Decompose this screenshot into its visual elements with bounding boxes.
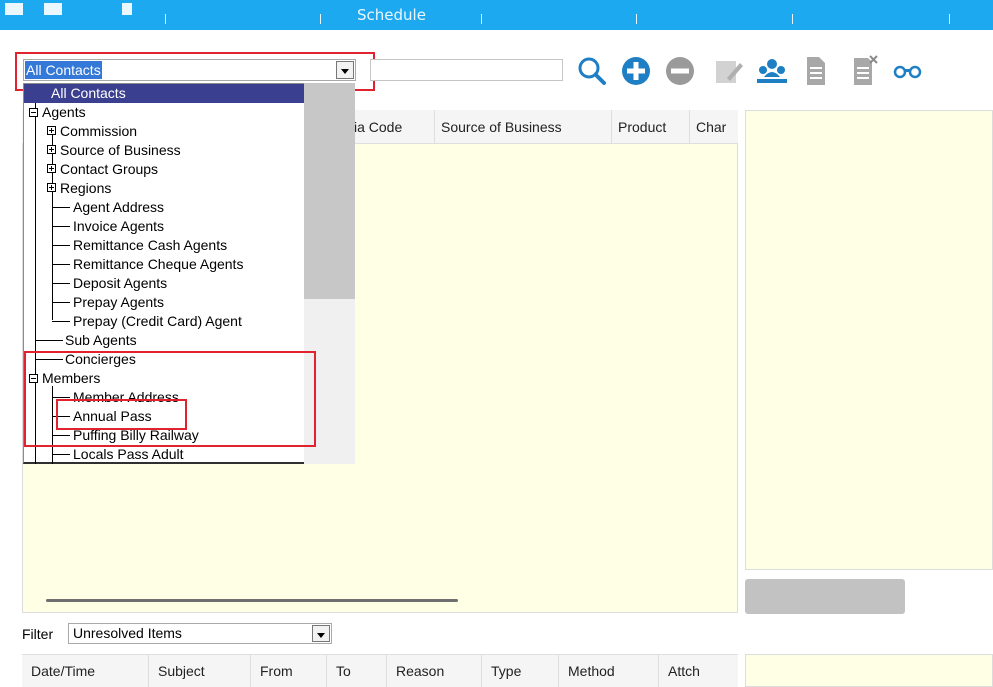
- items-grid-header: Date/Time Subject From To Reason Type Me…: [22, 654, 738, 687]
- expand-icon[interactable]: [47, 126, 56, 135]
- tree-item-all-contacts[interactable]: All Contacts: [24, 84, 304, 103]
- contacts-icon[interactable]: [755, 55, 789, 87]
- tab-separator: [949, 14, 950, 24]
- tree-item-remittance-cash-agents[interactable]: Remittance Cash Agents: [73, 236, 227, 255]
- binoculars-icon[interactable]: [892, 55, 924, 87]
- tab-separator: [481, 14, 482, 24]
- tree-line: [52, 207, 70, 208]
- tree-item-contact-groups[interactable]: Contact Groups: [60, 160, 158, 179]
- chevron-down-icon: [317, 633, 325, 638]
- tree-line: [52, 226, 70, 227]
- tree-item-remittance-cheque-agents[interactable]: Remittance Cheque Agents: [73, 255, 243, 274]
- tree-item-invoice-agents[interactable]: Invoice Agents: [73, 217, 164, 236]
- tab-separator: [636, 14, 637, 24]
- column-header[interactable]: Date/Time: [22, 655, 148, 687]
- remove-icon[interactable]: [664, 55, 696, 87]
- document-icon[interactable]: [804, 55, 828, 87]
- tree-item-agents[interactable]: Agents: [42, 103, 86, 122]
- edit-icon[interactable]: [713, 55, 745, 87]
- add-icon[interactable]: [620, 55, 652, 87]
- highlight-box-annual-pass: [56, 399, 187, 430]
- tree-item-locals-pass-adult[interactable]: Locals Pass Adult: [73, 445, 184, 464]
- column-header[interactable]: Type: [481, 655, 558, 687]
- tree-line: [35, 340, 63, 341]
- tree-item-regions[interactable]: Regions: [60, 179, 111, 198]
- tree-item-prepay-credit-card-agent[interactable]: Prepay (Credit Card) Agent: [73, 312, 242, 331]
- tree-line: [52, 321, 70, 322]
- filter-selected-value: Unresolved Items: [73, 625, 182, 641]
- column-header[interactable]: Method: [558, 655, 658, 687]
- column-header[interactable]: From: [250, 655, 326, 687]
- horizontal-scrollbar[interactable]: [46, 599, 458, 602]
- tab-separator: [320, 14, 321, 24]
- column-header[interactable]: To: [326, 655, 386, 687]
- dropdown-scrollbar-thumb[interactable]: [304, 83, 355, 299]
- column-header[interactable]: Char: [689, 110, 738, 144]
- tree-line: [52, 454, 70, 455]
- tree-item-source-of-business[interactable]: Source of Business: [60, 141, 181, 160]
- tree-line: [52, 283, 70, 284]
- tree-line: [52, 245, 70, 246]
- expand-icon[interactable]: [47, 183, 56, 192]
- tree-item-deposit-agents[interactable]: Deposit Agents: [73, 274, 167, 293]
- tab-separator: [792, 14, 793, 24]
- tree-item-commission[interactable]: Commission: [60, 122, 137, 141]
- delete-document-icon[interactable]: [851, 55, 879, 87]
- settings-icon[interactable]: [122, 3, 132, 15]
- items-detail-panel: [745, 654, 993, 687]
- tree-line: [52, 126, 53, 320]
- column-header[interactable]: Attch: [658, 655, 738, 687]
- column-header[interactable]: ia Code: [347, 110, 434, 144]
- tab-schedule[interactable]: Schedule: [357, 6, 426, 24]
- filter-dropdown-button[interactable]: [312, 625, 330, 642]
- tree-item-agent-address[interactable]: Agent Address: [73, 198, 164, 217]
- expand-icon[interactable]: [47, 164, 56, 173]
- collapse-icon[interactable]: [29, 108, 38, 117]
- filter-select[interactable]: Unresolved Items: [68, 623, 332, 644]
- home-icon[interactable]: [5, 3, 23, 15]
- search-input[interactable]: [370, 59, 563, 81]
- detail-panel: [745, 110, 993, 570]
- filter-label: Filter: [22, 626, 54, 642]
- expand-icon[interactable]: [47, 145, 56, 154]
- column-header[interactable]: Subject: [148, 655, 250, 687]
- top-nav-bar: Schedule: [0, 0, 993, 30]
- column-header[interactable]: Reason: [386, 655, 481, 687]
- menu-icon[interactable]: [44, 3, 62, 15]
- column-header[interactable]: Product: [611, 110, 689, 144]
- tree-line: [52, 264, 70, 265]
- column-header[interactable]: Source of Business: [434, 110, 611, 144]
- tab-separator: [165, 14, 166, 24]
- tree-item-prepay-agents[interactable]: Prepay Agents: [73, 293, 164, 312]
- tree-item-sub-agents[interactable]: Sub Agents: [65, 331, 137, 350]
- tree-line: [52, 302, 70, 303]
- detail-panel-button[interactable]: [745, 579, 905, 614]
- search-icon[interactable]: [576, 55, 608, 87]
